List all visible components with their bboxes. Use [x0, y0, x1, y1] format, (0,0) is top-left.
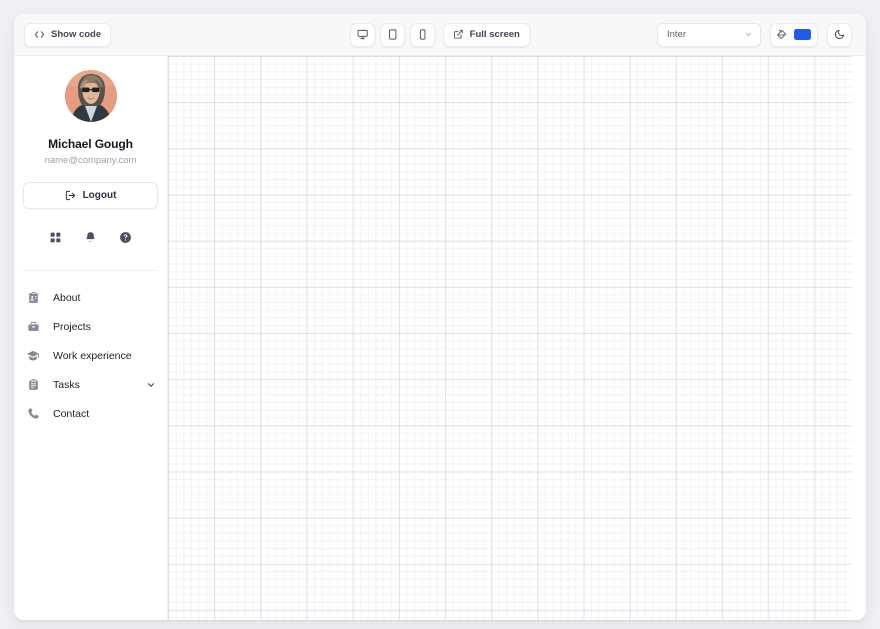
preview-toolbar: Show code	[14, 14, 866, 56]
chevron-down-icon	[744, 30, 753, 39]
apps-grid-icon[interactable]	[49, 231, 62, 244]
avatar	[65, 70, 117, 122]
sidebar-nav: About Projects	[14, 283, 167, 428]
sidebar-item-label: Tasks	[53, 379, 80, 391]
code-icon	[34, 29, 45, 40]
sidebar-item-projects[interactable]: Projects	[16, 312, 165, 341]
palette-icon	[777, 29, 788, 40]
clipboard-icon	[26, 378, 40, 391]
sidebar-item-label: Projects	[53, 321, 91, 333]
mobile-icon	[417, 29, 428, 40]
theme-color-picker[interactable]	[770, 23, 818, 47]
viewport-desktop-button[interactable]	[350, 23, 375, 47]
profile-email: name@company.com	[45, 155, 137, 166]
app-root: Show code	[0, 0, 880, 629]
bell-icon[interactable]	[84, 231, 97, 244]
sidebar-item-work-experience[interactable]: Work experience	[16, 341, 165, 370]
sidebar-item-contact[interactable]: Contact	[16, 399, 165, 428]
profile-block: Michael Gough name@company.com	[14, 70, 167, 166]
toolbar-left-group: Show code	[24, 23, 111, 47]
logout-button[interactable]: Logout	[23, 182, 158, 209]
preview-window: Show code	[14, 14, 866, 620]
sidebar-item-label: About	[53, 292, 80, 304]
viewport-tablet-button[interactable]	[380, 23, 405, 47]
toolbar-right-group: Inter	[657, 23, 852, 47]
sidebar: Michael Gough name@company.com Logout	[14, 56, 168, 620]
desktop-icon	[357, 29, 368, 40]
chevron-down-icon[interactable]	[146, 380, 156, 390]
graduation-cap-icon	[26, 349, 40, 363]
sidebar-item-label: Contact	[53, 408, 89, 420]
sidebar-item-tasks[interactable]: Tasks	[16, 370, 165, 399]
theme-color-swatch[interactable]	[794, 29, 811, 40]
help-circle-icon[interactable]	[119, 231, 132, 244]
toolbar-viewport-group: Full screen	[350, 23, 530, 47]
font-select[interactable]: Inter	[657, 23, 761, 47]
show-code-button[interactable]: Show code	[24, 23, 111, 47]
logout-label: Logout	[83, 190, 117, 201]
canvas-right-gutter	[852, 56, 866, 620]
show-code-label: Show code	[51, 29, 101, 40]
quick-action-icons	[14, 231, 167, 244]
fullscreen-label: Full screen	[470, 29, 520, 40]
moon-icon	[834, 29, 845, 40]
font-select-value: Inter	[667, 29, 686, 40]
phone-icon	[26, 407, 40, 420]
sidebar-divider	[23, 270, 158, 271]
logout-icon	[65, 190, 76, 201]
tablet-icon	[387, 29, 398, 40]
profile-name: Michael Gough	[48, 137, 133, 151]
fullscreen-button[interactable]: Full screen	[443, 23, 530, 47]
preview-body: Michael Gough name@company.com Logout	[14, 56, 866, 620]
dark-mode-toggle[interactable]	[827, 23, 852, 47]
sidebar-item-about[interactable]: About	[16, 283, 165, 312]
sidebar-item-label: Work experience	[53, 350, 132, 362]
viewport-mobile-button[interactable]	[410, 23, 435, 47]
external-link-icon	[453, 29, 464, 40]
briefcase-icon	[26, 320, 40, 333]
id-badge-icon	[26, 291, 40, 304]
preview-canvas[interactable]	[168, 56, 866, 620]
